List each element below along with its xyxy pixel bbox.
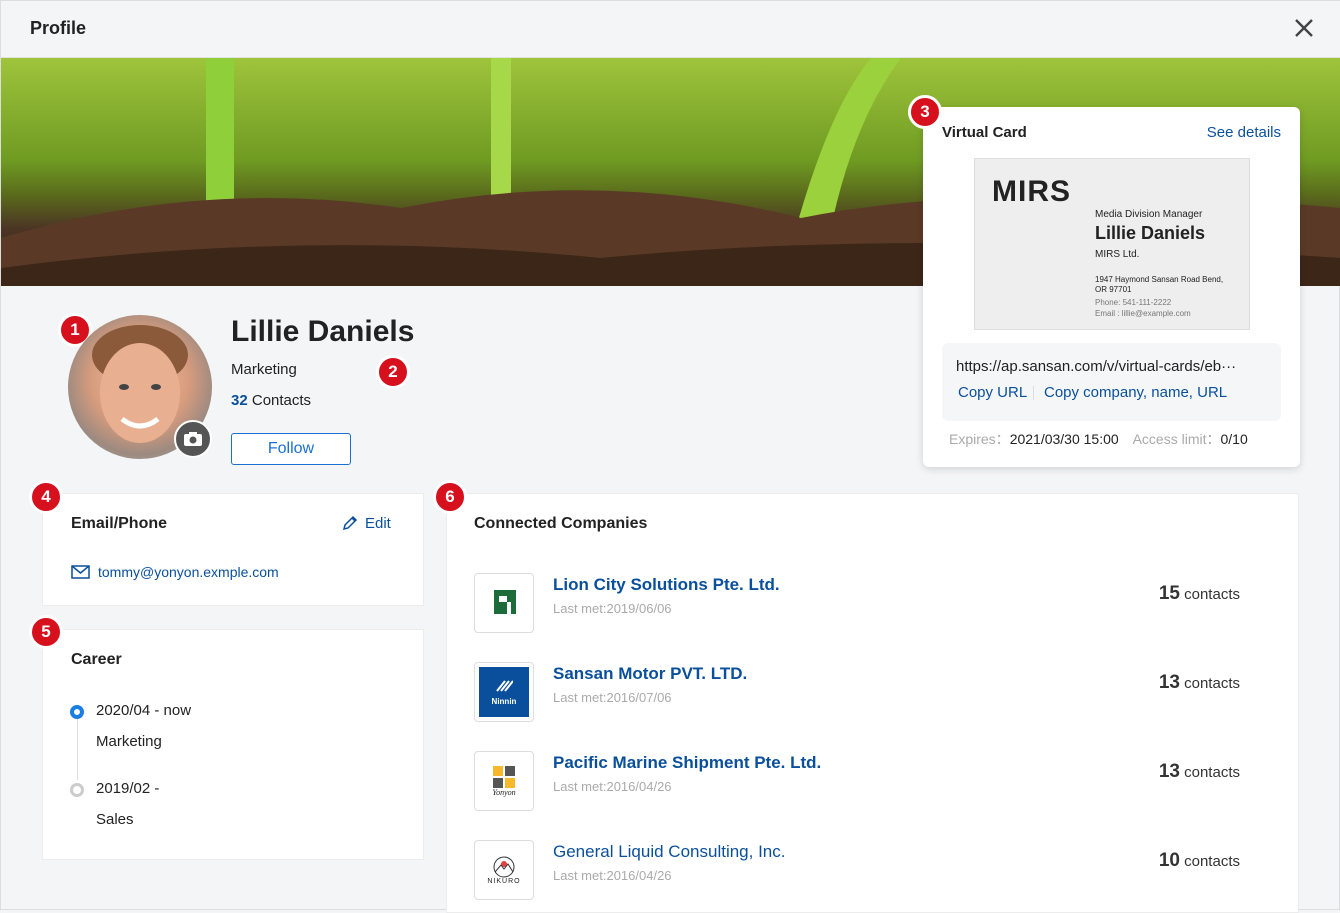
- virtual-card-panel: Virtual Card See details MIRS Media Divi…: [923, 107, 1300, 467]
- contacts-label: Contacts: [251, 392, 312, 409]
- edit-button[interactable]: Edit: [341, 514, 391, 532]
- company-row[interactable]: Lion City Solutions Pte. Ltd. Last met:2…: [474, 573, 1274, 633]
- timeline-dot: [70, 783, 84, 797]
- company-name[interactable]: General Liquid Consulting, Inc.: [553, 842, 785, 862]
- career-card: Career 2020/04 - now Marketing 2019/02 -…: [42, 629, 424, 860]
- last-met: Last met:2016/04/26: [553, 868, 672, 883]
- badge-3: 3: [908, 95, 942, 129]
- card-address-2: OR 97701: [1095, 285, 1132, 294]
- career-role: Marketing: [96, 733, 162, 750]
- url-box: https://ap.sansan.com/v/virtual-cards/eb…: [942, 343, 1281, 421]
- contacts-number: 32: [231, 392, 248, 409]
- card-logo: MIRS: [992, 175, 1071, 208]
- profile-department: Marketing: [231, 361, 297, 378]
- logo-text: Yonyon: [492, 787, 516, 797]
- career-period: 2019/02 -: [96, 780, 160, 797]
- last-met: Last met:2019/06/06: [553, 601, 672, 616]
- badge-4: 4: [29, 480, 63, 514]
- card-address: 1947 Haymond Sansan Road Bend,: [1095, 275, 1224, 284]
- career-period: 2020/04 - now: [96, 702, 192, 719]
- email-address: tommy@yonyon.exmple.com: [98, 564, 279, 580]
- contacts-label: contacts: [1184, 675, 1240, 692]
- close-icon[interactable]: [1291, 15, 1317, 41]
- company-contacts: 15 contacts: [1159, 583, 1240, 605]
- company-logo: NIKURO: [474, 840, 534, 900]
- company-name[interactable]: Sansan Motor PVT. LTD.: [553, 664, 747, 684]
- career-title: Career: [71, 651, 122, 668]
- badge-2: 2: [376, 355, 410, 389]
- copy-company-name-url-link[interactable]: Copy company, name, URL: [1044, 384, 1227, 401]
- follow-button[interactable]: Follow: [231, 433, 351, 465]
- contacts-label: contacts: [1184, 764, 1240, 781]
- business-card-image[interactable]: MIRS Media Division Manager Lillie Danie…: [974, 158, 1250, 330]
- pencil-icon: [342, 515, 358, 531]
- last-met: Last met:2016/04/26: [553, 779, 672, 794]
- card-company: MIRS Ltd.: [1095, 249, 1140, 260]
- logo-text: NIKURO: [487, 877, 521, 885]
- logo-text: Ninnin: [491, 696, 517, 706]
- company-row[interactable]: NIKURO General Liquid Consulting, Inc. L…: [474, 840, 1274, 900]
- contacts-number: 15: [1158, 583, 1180, 604]
- email-phone-title: Email/Phone: [71, 515, 168, 532]
- email-phone-card: Email/Phone Edit tommy@yonyon.exmple.com: [42, 493, 424, 606]
- camera-icon[interactable]: [174, 420, 212, 458]
- contacts-label: contacts: [1184, 586, 1240, 603]
- company-row[interactable]: Yonyon Pacific Marine Shipment Pte. Ltd.…: [474, 751, 1274, 811]
- profile-name: Lillie Daniels: [231, 315, 415, 348]
- card-name: Lillie Daniels: [1095, 223, 1206, 243]
- company-contacts: 13 contacts: [1159, 672, 1240, 694]
- see-details-link[interactable]: See details: [1207, 124, 1281, 141]
- contacts-count[interactable]: 32 Contacts: [231, 392, 311, 409]
- expiry-info: Expires：2021/03/30 15:00 Access limit：0/…: [949, 429, 1248, 449]
- connected-companies-title: Connected Companies: [474, 515, 648, 532]
- company-logo: Ninnin: [474, 662, 534, 722]
- access-limit-value: 0/10: [1220, 431, 1248, 447]
- company-logo: [474, 573, 534, 633]
- last-met: Last met:2016/07/06: [553, 690, 672, 705]
- connected-companies-card: Connected Companies Lion City Solutions …: [446, 493, 1299, 913]
- badge-5: 5: [29, 615, 63, 649]
- header-bar: Profile: [1, 1, 1340, 58]
- virtual-card-url: https://ap.sansan.com/v/virtual-cards/eb…: [956, 358, 1237, 375]
- timeline-dot-current: [70, 705, 84, 719]
- contacts-number: 13: [1158, 672, 1180, 693]
- timeline-line: [77, 718, 78, 780]
- mail-icon: [71, 565, 90, 579]
- expires-value: 2021/03/30 15:00: [1009, 431, 1119, 447]
- card-email: Email : lillie@example.com: [1095, 309, 1191, 318]
- divider: [1033, 386, 1034, 400]
- copy-url-link[interactable]: Copy URL: [958, 384, 1027, 401]
- company-contacts: 10 contacts: [1159, 850, 1240, 872]
- card-phone: Phone: 541-111-2222: [1095, 298, 1172, 307]
- career-role: Sales: [96, 811, 134, 828]
- contacts-number: 13: [1158, 761, 1180, 782]
- company-name[interactable]: Lion City Solutions Pte. Ltd.: [553, 575, 780, 595]
- company-contacts: 13 contacts: [1159, 761, 1240, 783]
- edit-label: Edit: [365, 514, 391, 532]
- expires-label: Expires：: [949, 431, 1010, 447]
- card-job-title: Media Division Manager: [1095, 209, 1203, 220]
- company-row[interactable]: Ninnin Sansan Motor PVT. LTD. Last met:2…: [474, 662, 1274, 722]
- contacts-label: contacts: [1184, 853, 1240, 870]
- access-limit-label: Access limit：: [1132, 431, 1221, 447]
- contacts-number: 10: [1158, 850, 1180, 871]
- page-title: Profile: [30, 18, 87, 38]
- email-link[interactable]: tommy@yonyon.exmple.com: [71, 564, 279, 580]
- badge-6: 6: [433, 480, 467, 514]
- virtual-card-title: Virtual Card: [942, 124, 1027, 141]
- company-logo: Yonyon: [474, 751, 534, 811]
- company-name[interactable]: Pacific Marine Shipment Pte. Ltd.: [553, 753, 821, 773]
